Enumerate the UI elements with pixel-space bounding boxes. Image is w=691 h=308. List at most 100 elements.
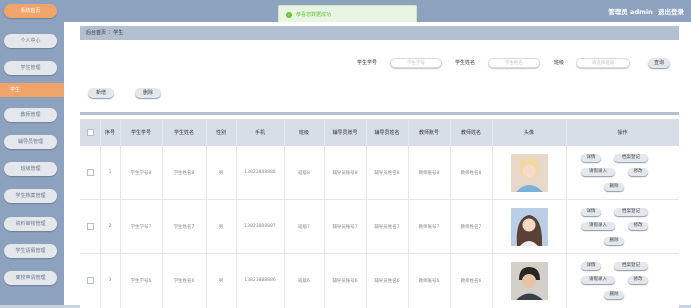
- class-select[interactable]: 请选择班级: [576, 58, 630, 68]
- cell-gender: 男: [218, 278, 224, 284]
- archive-register-button[interactable]: 档案登记: [614, 208, 648, 216]
- breadcrumb-home[interactable]: 后台首页: [86, 30, 106, 36]
- cell-class: 班级6: [298, 278, 310, 284]
- row-delete-button[interactable]: 删除: [604, 237, 624, 245]
- sidebar-item-personal-center[interactable]: 个人中心: [4, 34, 57, 48]
- sidebar-item-student-management[interactable]: 学生管理: [4, 61, 57, 75]
- breadcrumb: 后台首页 ⫶ 学生: [80, 26, 679, 40]
- student-name-input[interactable]: 学生姓名: [488, 58, 540, 68]
- archive-register-button[interactable]: 档案登记: [614, 154, 648, 162]
- logout-link[interactable]: 退出登录: [658, 8, 684, 16]
- th-index: 序号: [104, 130, 115, 136]
- th-counselor-no[interactable]: 辅导员账号: [324, 119, 366, 146]
- th-class[interactable]: 班级: [284, 119, 324, 146]
- cell-student-name: 学生姓名8: [173, 170, 195, 176]
- table-row: 3 学生学号6 学生姓名6 男 13823888886 班级6 辅导员账号6 辅…: [80, 254, 679, 307]
- cell-gender: 男: [218, 170, 224, 176]
- select-all-cell[interactable]: [80, 119, 100, 146]
- th-teacher-name[interactable]: 教师姓名: [450, 119, 492, 146]
- table-header: 序号 学生学号 学生姓名 性别 手机 班级 辅导员账号 辅导员姓名 教师账号 教…: [80, 119, 679, 146]
- cell-counselor-no: 辅导员账号8: [332, 170, 358, 176]
- cell-class: 班级8: [298, 170, 310, 176]
- student-table: 序号 学生学号 学生姓名 性别 手机 班级 辅导员账号 辅导员姓名 教师账号 教…: [80, 112, 679, 308]
- breadcrumb-separator-icon: ⫶: [109, 30, 111, 36]
- row-select-cell[interactable]: [80, 254, 100, 307]
- student-name-label: 学生姓名: [455, 60, 476, 66]
- detail-button[interactable]: 详情: [581, 262, 601, 270]
- student-no-label: 学生学号: [357, 60, 378, 66]
- cell-teacher-name: 教师姓名6: [460, 278, 482, 284]
- cell-gender: 男: [218, 224, 224, 230]
- row-delete-button[interactable]: 删除: [604, 291, 624, 299]
- role-label: 管理员 admin: [608, 8, 653, 16]
- th-phone[interactable]: 手机: [236, 119, 284, 146]
- student-avatar: [510, 261, 548, 300]
- student-avatar: [510, 207, 548, 246]
- th-avatar[interactable]: 头像: [492, 119, 566, 146]
- sidebar-item-leave-school[interactable]: 离校申请管理: [4, 271, 57, 285]
- detail-button[interactable]: 详情: [581, 208, 601, 216]
- cell-counselor-no: 辅导员账号6: [332, 278, 358, 284]
- detail-button[interactable]: 详情: [581, 154, 601, 162]
- breadcrumb-current: 学生: [113, 30, 124, 36]
- cell-counselor-name: 辅导员姓名8: [374, 170, 400, 176]
- cell-student-name: 学生姓名6: [173, 278, 195, 284]
- sidebar: 系统首页 个人中心 学生管理 学生 教师管理 辅导员管理 班级管理 学生档案管理…: [0, 0, 64, 305]
- sidebar-item-counselor-management[interactable]: 辅导员管理: [4, 135, 57, 149]
- cell-teacher-no: 教师账号7: [418, 224, 440, 230]
- row-select-cell[interactable]: [80, 146, 100, 199]
- edit-button[interactable]: 修改: [628, 276, 648, 284]
- th-gender[interactable]: 性别: [206, 119, 236, 146]
- archive-register-button[interactable]: 档案登记: [614, 262, 648, 270]
- edit-button[interactable]: 修改: [628, 222, 648, 230]
- cell-teacher-name: 教师姓名7: [460, 224, 482, 230]
- delete-button[interactable]: 删除: [135, 88, 161, 98]
- table-row: 2 学生学号7 学生姓名7 男 13823888887 班级7 辅导员账号7 辅…: [80, 200, 679, 254]
- cell-index: 1: [108, 170, 112, 175]
- student-no-input[interactable]: 学生学号: [390, 58, 442, 68]
- cell-index: 3: [108, 278, 112, 283]
- sidebar-item-teacher-management[interactable]: 教师管理: [4, 108, 57, 122]
- sidebar-item-student-archive[interactable]: 学生档案管理: [4, 189, 57, 203]
- leave-entry-button[interactable]: 请假录入: [581, 276, 615, 284]
- th-student-no[interactable]: 学生学号: [120, 119, 162, 146]
- cell-teacher-name: 教师姓名8: [460, 170, 482, 176]
- leave-entry-button[interactable]: 请假录入: [581, 168, 615, 176]
- cell-avatar: [492, 146, 566, 199]
- sidebar-item-student-leave[interactable]: 学生请假管理: [4, 244, 57, 258]
- select-all-checkbox[interactable]: [86, 129, 94, 136]
- cell-student-name: 学生姓名7: [173, 224, 195, 230]
- cell-teacher-no: 教师账号6: [418, 278, 440, 284]
- toast-message: 恭喜您数据成功: [296, 12, 332, 18]
- cell-counselor-no: 辅导员账号7: [332, 224, 358, 230]
- search-bar: 学生学号 学生学号 学生姓名 学生姓名 班级 请选择班级: [64, 58, 691, 68]
- row-delete-button[interactable]: 删除: [604, 183, 624, 191]
- row-checkbox[interactable]: [86, 223, 94, 230]
- cell-index: 2: [108, 224, 112, 229]
- row-checkbox[interactable]: [86, 277, 94, 284]
- search-button[interactable]: 查询: [648, 58, 670, 68]
- row-select-cell[interactable]: [80, 200, 100, 253]
- cell-class: 班级7: [298, 224, 310, 230]
- student-avatar: [510, 153, 548, 192]
- cell-student-no: 学生学号6: [130, 278, 152, 284]
- th-counselor-name[interactable]: 辅导员姓名: [366, 119, 408, 146]
- cell-teacher-no: 教师账号8: [418, 170, 440, 176]
- row-checkbox[interactable]: [86, 169, 94, 176]
- th-teacher-no[interactable]: 教师账号: [408, 119, 450, 146]
- th-student-name[interactable]: 学生姓名: [162, 119, 206, 146]
- sidebar-item-student[interactable]: 学生: [0, 83, 64, 97]
- sidebar-item-document-review[interactable]: 资料审核管理: [4, 217, 57, 231]
- sidebar-item-home[interactable]: 系统首页: [4, 4, 57, 18]
- leave-entry-button[interactable]: 请假录入: [581, 222, 615, 230]
- add-button[interactable]: 新增: [88, 88, 114, 98]
- cell-student-no: 学生学号8: [130, 170, 152, 176]
- sidebar-item-class-management[interactable]: 班级管理: [4, 162, 57, 176]
- cell-counselor-name: 辅导员姓名7: [374, 224, 400, 230]
- th-actions: 操作: [617, 130, 628, 136]
- cell-phone: 13823888886: [244, 278, 276, 283]
- cell-counselor-name: 辅导员姓名6: [374, 278, 400, 284]
- main-content: 后台首页 ⫶ 学生 学生学号 学生学号 学生姓名 学生姓名 班级 请选择班级 查询 …: [64, 22, 691, 308]
- edit-button[interactable]: 修改: [628, 168, 648, 176]
- cell-student-no: 学生学号7: [130, 224, 152, 230]
